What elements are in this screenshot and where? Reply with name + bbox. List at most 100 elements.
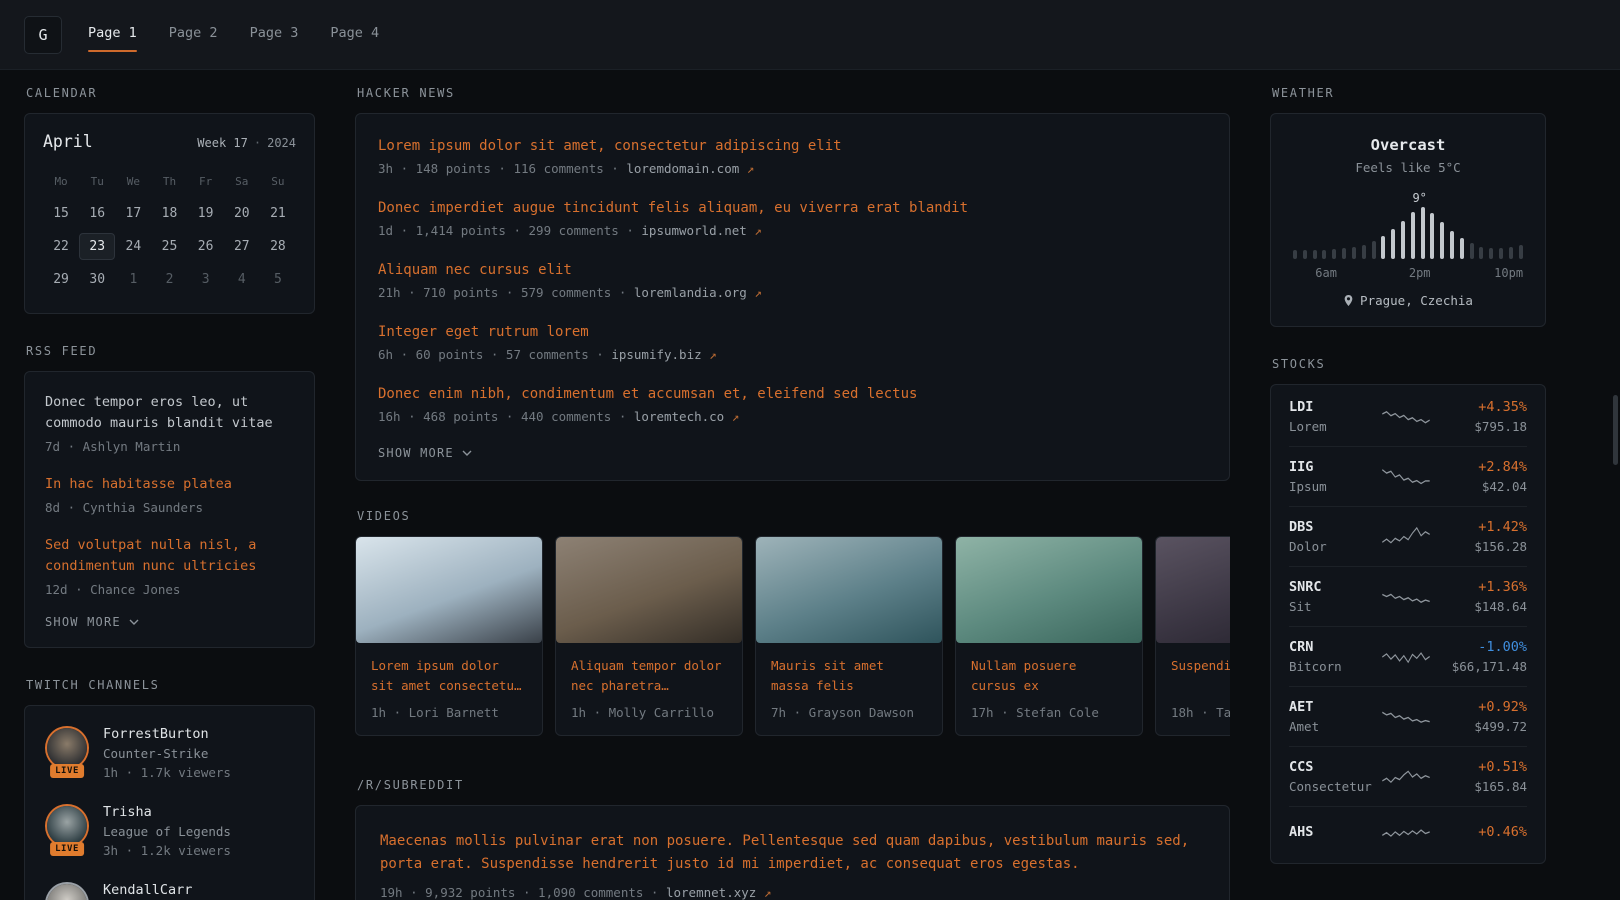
external-link-icon: ↗ <box>754 223 762 238</box>
stock-ticker[interactable]: LDI <box>1289 399 1373 415</box>
rss-item-title[interactable]: In hac habitasse platea <box>45 474 294 495</box>
page-tab[interactable]: Page 1 <box>88 15 137 54</box>
rss-item[interactable]: Donec tempor eros leo, ut commodo mauris… <box>45 392 294 454</box>
hn-item[interactable]: Aliquam nec cursus elit 21h · 710 points… <box>378 262 1207 300</box>
page-tab[interactable]: Page 3 <box>250 15 299 54</box>
stock-ticker[interactable]: IIG <box>1289 459 1373 475</box>
video-thumbnail[interactable] <box>556 537 742 643</box>
stock-ticker[interactable]: CCS <box>1289 759 1373 775</box>
stock-row[interactable]: SNRC Sit +1.36% $148.64 <box>1289 566 1527 626</box>
rss-item[interactable]: In hac habitasse platea 8d · Cynthia Sau… <box>45 474 294 515</box>
channel-info: KendallCarr <box>103 882 192 900</box>
stock-ticker[interactable]: SNRC <box>1289 579 1373 595</box>
hn-item[interactable]: Donec enim nibh, condimentum et accumsan… <box>378 386 1207 424</box>
stock-row[interactable]: AET Amet +0.92% $499.72 <box>1289 686 1527 746</box>
video-title[interactable]: Lorem ipsum dolor sit amet consectetu… <box>371 656 527 696</box>
weather-bar <box>1411 212 1415 259</box>
hn-meta-text: 21h · 710 points · 579 comments · <box>378 285 626 300</box>
stock-row[interactable]: LDI Lorem +4.35% $795.18 <box>1289 387 1527 446</box>
show-more-button[interactable]: SHOW MORE <box>45 615 139 629</box>
video-card[interactable]: Aliquam tempor dolor nec pharetra… 1h · … <box>555 536 743 736</box>
scrollbar-thumb[interactable] <box>1613 395 1618 465</box>
calendar-section: CALENDAR April Week 17·2024 MoTuWeThFrSa… <box>24 86 315 314</box>
hn-domain-link[interactable]: loremlandia.org <box>634 285 747 300</box>
video-thumbnail[interactable] <box>956 537 1142 643</box>
channel-info: Trisha League of Legends 3h · 1.2k viewe… <box>103 804 231 858</box>
subreddit-post-title[interactable]: Maecenas mollis pulvinar erat non posuer… <box>380 830 1205 876</box>
video-title[interactable]: Mauris sit amet massa felis <box>771 656 927 696</box>
stock-change: +1.42% <box>1439 519 1527 535</box>
stock-row[interactable]: AHS +0.46% <box>1289 806 1527 861</box>
stocks-section: STOCKS LDI Lorem +4.35% $795.18 <box>1270 357 1546 864</box>
channel-name[interactable]: Trisha <box>103 804 231 820</box>
stock-row[interactable]: CCS Consectetur +0.51% $165.84 <box>1289 746 1527 806</box>
channel-avatar-wrap: LIVE <box>45 804 89 854</box>
hn-domain-link[interactable]: ipsumworld.net <box>641 223 746 238</box>
calendar-week-label: Week 17 <box>197 136 248 150</box>
weather-bar <box>1381 236 1385 259</box>
channel-name[interactable]: KendallCarr <box>103 882 192 898</box>
calendar-day-header: Tu <box>79 175 115 188</box>
twitch-channel[interactable]: LIVE ForrestBurton Counter-Strike 1h · 1… <box>45 726 294 780</box>
hn-title-link[interactable]: Aliquam nec cursus elit <box>378 262 1207 278</box>
video-card[interactable]: Suspendisse diam 18h · Tara <box>1155 536 1230 736</box>
left-column: CALENDAR April Week 17·2024 MoTuWeThFrSa… <box>24 86 315 900</box>
hn-title-link[interactable]: Integer eget rutrum lorem <box>378 324 1207 340</box>
stock-row[interactable]: IIG Ipsum +2.84% $42.04 <box>1289 446 1527 506</box>
channel-name[interactable]: ForrestBurton <box>103 726 231 742</box>
rss-item-title[interactable]: Sed volutpat nulla nisl, a condimentum n… <box>45 535 294 577</box>
stock-sparkline <box>1381 702 1431 732</box>
hn-item[interactable]: Lorem ipsum dolor sit amet, consectetur … <box>378 138 1207 176</box>
subreddit-post[interactable]: Maecenas mollis pulvinar erat non posuer… <box>380 830 1205 900</box>
twitch-channel[interactable]: KendallCarr <box>45 882 294 900</box>
stocks-widget: LDI Lorem +4.35% $795.18 IIG Ipsum <box>1270 384 1546 864</box>
video-title[interactable]: Nullam posuere cursus ex <box>971 656 1127 696</box>
section-title-calendar: CALENDAR <box>26 86 313 100</box>
calendar-day: 17 <box>115 200 151 227</box>
video-card[interactable]: Mauris sit amet massa felis 7h · Grayson… <box>755 536 943 736</box>
page-tab[interactable]: Page 2 <box>169 15 218 54</box>
stock-name: Amet <box>1289 719 1373 734</box>
stock-name: Consectetur <box>1289 779 1373 794</box>
channel-info: ForrestBurton Counter-Strike 1h · 1.7k v… <box>103 726 231 780</box>
hn-domain-link[interactable]: loremtech.co <box>634 409 724 424</box>
stock-values: +0.92% $499.72 <box>1439 699 1527 734</box>
hn-item[interactable]: Integer eget rutrum lorem 6h · 60 points… <box>378 324 1207 362</box>
hn-domain-link[interactable]: loremdomain.com <box>626 161 739 176</box>
hn-title-link[interactable]: Donec imperdiet augue tincidunt felis al… <box>378 200 1207 216</box>
video-thumbnail[interactable] <box>756 537 942 643</box>
video-card[interactable]: Lorem ipsum dolor sit amet consectetu… 1… <box>355 536 543 736</box>
page-tab[interactable]: Page 4 <box>330 15 379 54</box>
channel-avatar[interactable] <box>47 728 87 768</box>
weather-section: WEATHER Overcast Feels like 5°C 9° 6am 2… <box>1270 86 1546 327</box>
hn-title-link[interactable]: Lorem ipsum dolor sit amet, consectetur … <box>378 138 1207 154</box>
show-more-button[interactable]: SHOW MORE <box>378 446 472 460</box>
stock-row[interactable]: CRN Bitcorn -1.00% $66,171.48 <box>1289 626 1527 686</box>
video-card[interactable]: Nullam posuere cursus ex 17h · Stefan Co… <box>955 536 1143 736</box>
subreddit-domain-link[interactable]: loremnet.xyz <box>666 885 756 900</box>
hn-title-link[interactable]: Donec enim nibh, condimentum et accumsan… <box>378 386 1207 402</box>
video-thumbnail[interactable] <box>356 537 542 643</box>
channel-avatar[interactable] <box>47 884 87 900</box>
channel-avatar[interactable] <box>47 806 87 846</box>
hn-item[interactable]: Donec imperdiet augue tincidunt felis al… <box>378 200 1207 238</box>
rss-item-title[interactable]: Donec tempor eros leo, ut commodo mauris… <box>45 392 294 434</box>
app-logo[interactable]: G <box>24 16 62 54</box>
video-title[interactable]: Suspendisse diam <box>1171 656 1230 696</box>
hackernews-widget: Lorem ipsum dolor sit amet, consectetur … <box>355 113 1230 481</box>
video-thumbnail[interactable] <box>1156 537 1230 643</box>
stock-identity: IIG Ipsum <box>1289 459 1373 494</box>
stock-ticker[interactable]: AET <box>1289 699 1373 715</box>
weather-bar <box>1303 250 1307 259</box>
stock-row[interactable]: DBS Dolor +1.42% $156.28 <box>1289 506 1527 566</box>
twitch-channel[interactable]: LIVE Trisha League of Legends 3h · 1.2k … <box>45 804 294 858</box>
stock-ticker[interactable]: CRN <box>1289 639 1373 655</box>
calendar-day-header: Mo <box>43 175 79 188</box>
stock-values: +1.42% $156.28 <box>1439 519 1527 554</box>
video-title[interactable]: Aliquam tempor dolor nec pharetra… <box>571 656 727 696</box>
calendar-day-header: Su <box>260 175 296 188</box>
stock-ticker[interactable]: DBS <box>1289 519 1373 535</box>
rss-item[interactable]: Sed volutpat nulla nisl, a condimentum n… <box>45 535 294 597</box>
stock-ticker[interactable]: AHS <box>1289 824 1373 840</box>
hn-domain-link[interactable]: ipsumify.biz <box>611 347 701 362</box>
